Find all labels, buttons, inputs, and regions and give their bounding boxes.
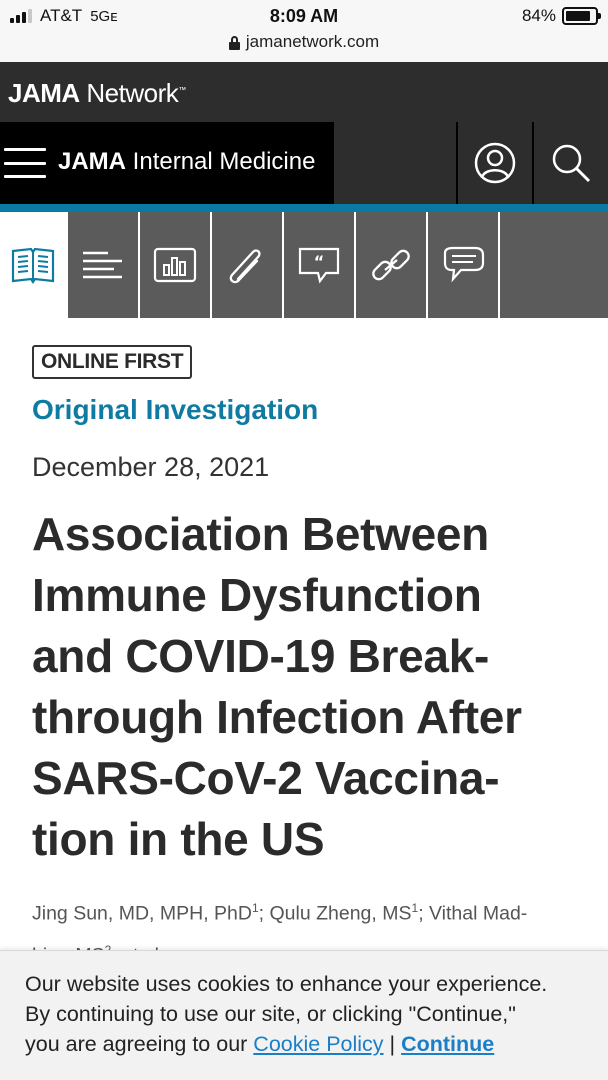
title-line: SARS-CoV-2 Vaccina- (32, 752, 500, 804)
logo-trademark: ™ (178, 85, 186, 95)
cookie-line: Our website uses cookies to enhance your… (25, 972, 548, 996)
author-line: Jing Sun, MD, MPH, PhD1; Qulu Zheng, MS1… (32, 890, 592, 932)
menu-icon[interactable] (4, 146, 46, 180)
journal-header: JAMA Internal Medicine (0, 122, 608, 204)
tool-outline[interactable] (68, 212, 140, 318)
tool-figures[interactable] (140, 212, 212, 318)
user-icon (474, 142, 516, 184)
continue-button[interactable]: Continue (401, 1032, 494, 1056)
search-icon (552, 144, 591, 183)
svg-text:“: “ (314, 252, 325, 271)
cookie-policy-link[interactable]: Cookie Policy (253, 1032, 383, 1056)
logo-bold: JAMA (8, 78, 80, 108)
battery-icon (562, 7, 601, 25)
article-icon (11, 247, 55, 284)
url-text[interactable]: jamanetwork.com (246, 32, 379, 52)
tool-article[interactable] (0, 212, 68, 318)
attachment-icon (229, 249, 261, 284)
tool-cite[interactable]: “ (284, 212, 356, 318)
cookie-line: you are agreeing to our Cookie Policy | … (25, 1029, 595, 1059)
comment-icon (443, 246, 485, 283)
cookie-message: Our website uses cookies to enhance your… (25, 969, 595, 1059)
clock: 8:09 AM (269, 6, 339, 26)
title-line: Association Between (32, 508, 489, 560)
cookie-separator: | (383, 1032, 402, 1056)
account-button[interactable] (456, 122, 532, 204)
author-name[interactable]: ; Qulu Zheng, MS (259, 903, 412, 925)
search-button[interactable] (532, 122, 608, 204)
status-bar: AT&T 5Gᴇ 8:09 AM 84% jamanetwork.com (0, 0, 608, 62)
article-toolbar: “ (0, 212, 608, 318)
title-line: tion in the US (32, 813, 325, 865)
title-line: through Infection After (32, 691, 522, 743)
title-line: Immune Dysfunction (32, 569, 482, 621)
logo-rest: Network (79, 78, 179, 108)
tool-link[interactable] (356, 212, 428, 318)
cookie-banner: Our website uses cookies to enhance your… (0, 950, 608, 1080)
online-first-badge: ONLINE FIRST (32, 345, 193, 379)
cite-icon: “ (298, 247, 340, 284)
lock-icon (228, 35, 240, 50)
article-type[interactable]: Original Investigation (32, 394, 318, 426)
address-bar[interactable]: jamanetwork.com (0, 32, 608, 52)
status-right: 84% (521, 6, 601, 26)
link-icon (372, 249, 410, 281)
jama-network-logo[interactable]: JAMA Network™ (8, 78, 186, 109)
journal-title-bold: JAMA (58, 148, 127, 175)
journal-title-rest: Internal Medicine (126, 148, 316, 175)
cookie-line: By continuing to use our site, or clicki… (25, 1002, 516, 1026)
article-title: Association Between Immune Dysfunction a… (32, 504, 592, 870)
publication-date: December 28, 2021 (32, 452, 270, 482)
outline-icon (83, 251, 122, 279)
affiliation-number[interactable]: 1 (252, 901, 259, 915)
tool-comments[interactable] (428, 212, 500, 318)
author-name[interactable]: ; Vithal Mad- (418, 903, 527, 925)
title-line: and COVID-19 Break- (32, 630, 489, 682)
author-name[interactable]: Jing Sun, MD, MPH, PhD (32, 903, 252, 925)
accent-stripe (0, 204, 608, 212)
header-spacer (334, 122, 456, 204)
cookie-line-text: you are agreeing to our (25, 1032, 254, 1056)
tool-attachments[interactable] (212, 212, 284, 318)
battery-percent: 84% (521, 6, 556, 25)
figures-icon (153, 247, 197, 283)
network-header: JAMA Network™ (0, 62, 608, 122)
journal-title[interactable]: JAMA Internal Medicine (58, 148, 315, 176)
